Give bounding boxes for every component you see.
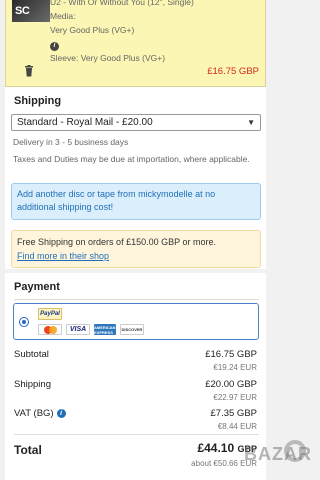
visa-logo: VISA <box>66 324 90 335</box>
divider <box>14 299 259 300</box>
trash-icon[interactable] <box>24 65 34 77</box>
shipping-label: Shipping <box>14 379 51 390</box>
bazar-watermark: BAZAR <box>244 436 314 480</box>
seller-shop-link[interactable]: Find more in their shop <box>17 251 109 261</box>
item-title[interactable]: U2 - With Or Without You (12", Single) <box>50 0 194 9</box>
subtotal-label: Subtotal <box>14 349 49 360</box>
thumbnail-text: SC <box>15 5 30 17</box>
vat-row-label: VAT (BG) i <box>14 408 66 419</box>
shipping-gbp: £20.00 GBP <box>205 379 257 390</box>
sleeve-condition: Sleeve: Very Good Plus (VG+) <box>50 53 166 63</box>
paypal-payment-option[interactable]: PayPal VISA AMERICAN EXPRESS DISCOVER <box>13 303 259 340</box>
shipping-eur: €22.97 EUR <box>213 393 257 402</box>
payment-section: Payment PayPal VISA AMERICAN EXPRESS DIS… <box>5 273 266 343</box>
chevron-down-icon: ▼ <box>247 118 255 127</box>
shipping-section: Shipping Standard - Royal Mail - £20.00 … <box>5 87 266 269</box>
shipping-method-value: Standard - Royal Mail - £20.00 <box>17 117 153 128</box>
vat-label: VAT (BG) <box>14 408 54 419</box>
payment-radio[interactable] <box>19 317 29 327</box>
vat-info-icon[interactable]: i <box>56 408 66 418</box>
discover-logo: DISCOVER <box>120 324 144 335</box>
combined-shipping-promo: Add another disc or tape from mickymodel… <box>11 183 261 220</box>
record-thumbnail[interactable]: SC <box>12 0 50 22</box>
paypal-logo: PayPal <box>38 308 62 320</box>
shipping-title: Shipping <box>14 95 62 107</box>
media-label: Media: <box>50 11 76 21</box>
mastercard-logo <box>38 324 62 335</box>
watermark-text: BAZAR <box>244 444 312 464</box>
divider <box>14 434 259 435</box>
shipping-method-select[interactable]: Standard - Royal Mail - £20.00 ▼ <box>11 114 261 131</box>
subtotal-gbp: £16.75 GBP <box>205 349 257 360</box>
subtotal-eur: €19.24 EUR <box>213 363 257 372</box>
media-condition: Very Good Plus (VG+) <box>50 25 135 35</box>
item-details: U2 - With Or Without You (12", Single) M… <box>50 0 194 65</box>
cart-item-card: SC U2 - With Or Without You (12", Single… <box>5 0 266 87</box>
delivery-estimate: Delivery in 3 - 5 business days <box>13 137 129 147</box>
total-label: Total <box>14 443 42 457</box>
vat-gbp: £7.35 GBP <box>210 408 257 419</box>
item-price: £16.75 GBP <box>207 66 259 77</box>
condition-info-icon[interactable]: i <box>50 37 194 51</box>
duties-notice: Taxes and Duties may be due at importati… <box>13 154 250 164</box>
order-totals: Subtotal £16.75 GBP €19.24 EUR Shipping … <box>5 343 266 480</box>
amex-logo: AMERICAN EXPRESS <box>94 324 116 335</box>
payment-title: Payment <box>14 281 60 293</box>
total-value: £44.10 <box>197 441 235 455</box>
free-shipping-notice: Free Shipping on orders of £150.00 GBP o… <box>11 230 261 268</box>
free-shipping-text: Free Shipping on orders of £150.00 GBP o… <box>17 237 216 247</box>
vat-eur: €8.44 EUR <box>217 422 257 431</box>
